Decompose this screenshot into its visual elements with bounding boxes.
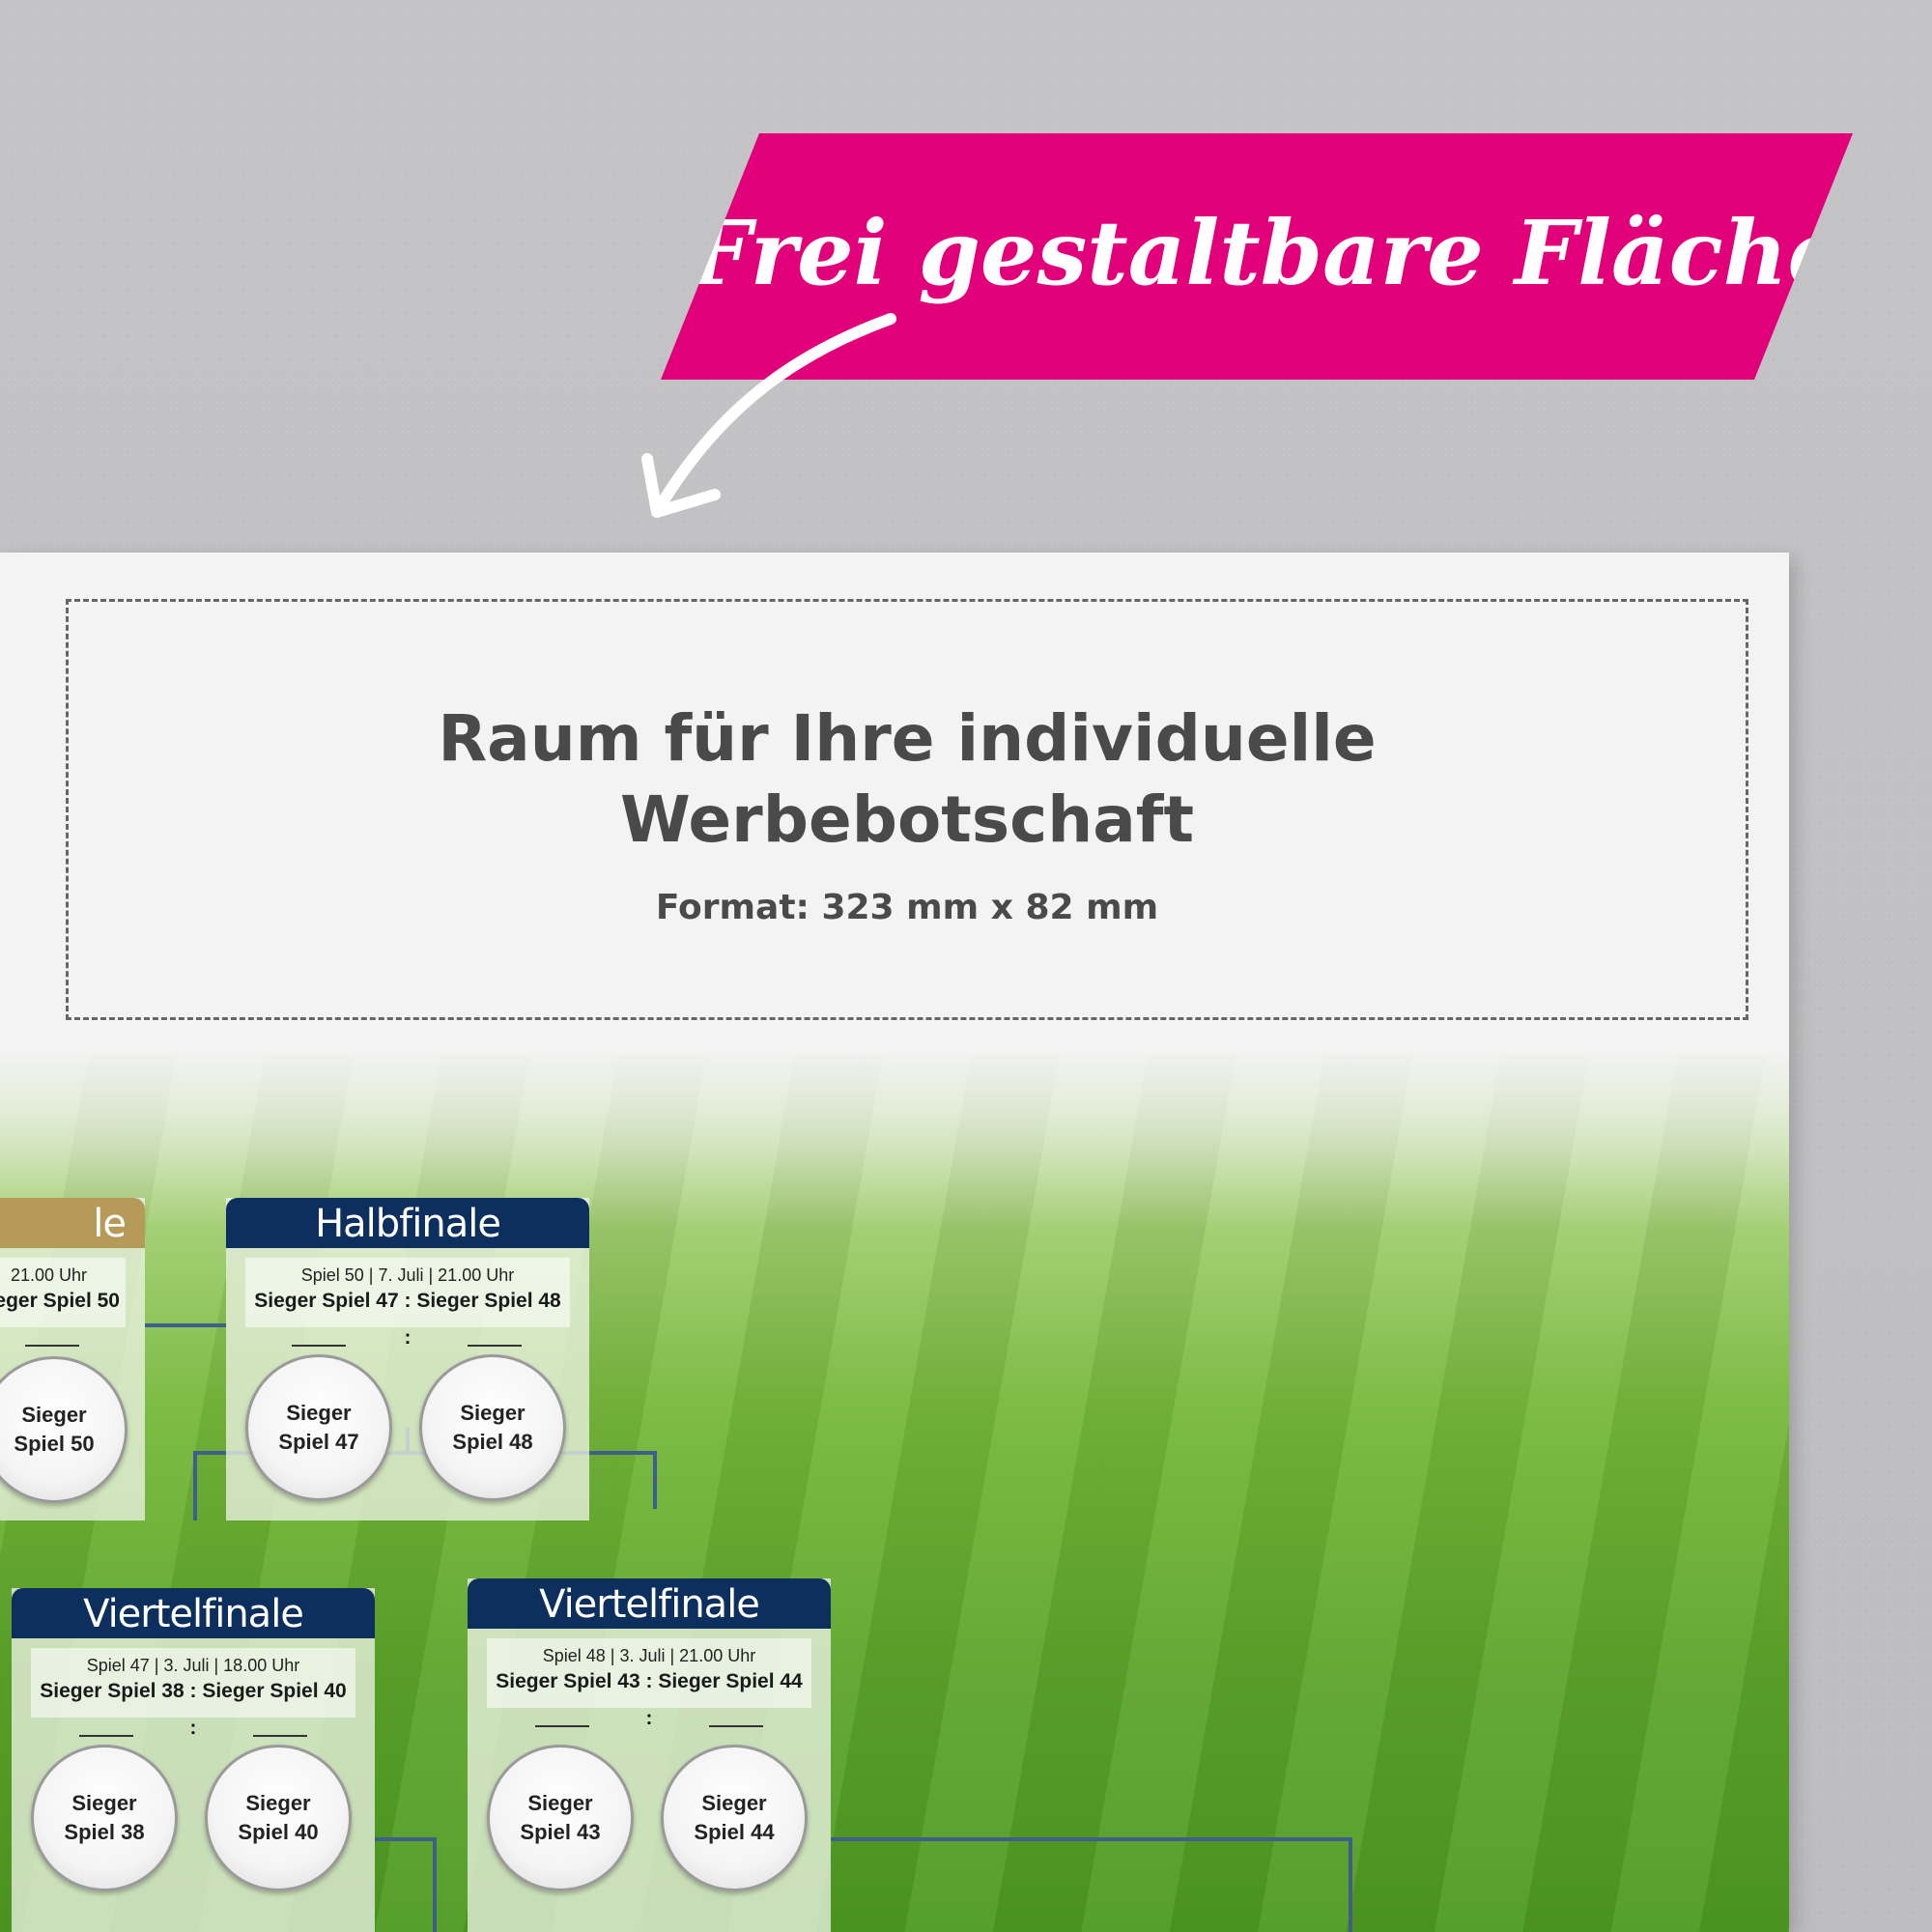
bracket-connector: [145, 1323, 226, 1327]
score-row: :: [12, 1718, 375, 1750]
card-info: Spiel 47 | 3. Juli | 18.00 Uhr Sieger Sp…: [31, 1648, 355, 1718]
viertelfinale-card: Viertelfinale Spiel 48 | 3. Juli | 21.00…: [468, 1578, 831, 1932]
team-circle[interactable]: Sieger Spiel 40: [205, 1745, 352, 1891]
bracket-connector: [653, 1451, 657, 1509]
match-pair: eger Spiel 50: [0, 1290, 120, 1312]
final-card: le 21.00 Uhr eger Spiel 50 Sieger Spiel …: [0, 1198, 145, 1520]
viertelfinale-card: Viertelfinale Spiel 47 | 3. Juli | 18.00…: [12, 1588, 375, 1932]
card-info: Spiel 48 | 3. Juli | 21.00 Uhr Sieger Sp…: [487, 1638, 811, 1708]
ad-headline-line2: Werbebotschaft: [619, 782, 1195, 857]
card-info: Spiel 50 | 7. Juli | 21.00 Uhr Sieger Sp…: [245, 1258, 570, 1327]
bracket-connector: [193, 1451, 197, 1520]
card-title: le: [0, 1198, 145, 1248]
poster: Raum für Ihre individuelle Werbebotschaf…: [0, 553, 1789, 1932]
curved-arrow-icon: [641, 313, 896, 518]
card-title: Halbfinale: [226, 1198, 589, 1248]
score-row: :: [468, 1708, 831, 1741]
score-colon: :: [645, 1708, 653, 1729]
team-label: Sieger: [527, 1791, 593, 1815]
team-label: Spiel 47: [278, 1430, 359, 1454]
score-line: [468, 1345, 522, 1347]
score-line: [253, 1735, 307, 1737]
ad-format: Format: 323 mm x 82 mm: [655, 888, 1159, 927]
banner-text: Frei gestaltbare Fläche: [688, 201, 1845, 305]
score-colon: :: [189, 1718, 197, 1739]
score-line: [25, 1345, 79, 1347]
score-row: [0, 1327, 145, 1360]
team-label: Spiel 44: [694, 1820, 775, 1844]
ad-headline: Raum für Ihre individuelle Werbebotschaf…: [69, 698, 1746, 861]
team-label: Sieger: [701, 1791, 767, 1815]
halbfinale-card: Halbfinale Spiel 50 | 7. Juli | 21.00 Uh…: [226, 1198, 589, 1520]
team-circle[interactable]: Sieger Spiel 50: [0, 1356, 128, 1503]
match-pair: Sieger Spiel 38 : Sieger Spiel 40: [40, 1680, 347, 1702]
match-meta: 21.00 Uhr: [10, 1265, 87, 1285]
bracket-connector: [1349, 1837, 1352, 1932]
bracket-connector: [375, 1837, 437, 1841]
ad-placeholder-box: Raum für Ihre individuelle Werbebotschaf…: [66, 599, 1748, 1020]
team-label: Sieger: [71, 1791, 137, 1815]
match-pair: Sieger Spiel 47 : Sieger Spiel 48: [254, 1290, 561, 1312]
team-label: Spiel 40: [238, 1820, 319, 1844]
score-line: [709, 1725, 763, 1727]
ad-headline-line1: Raum für Ihre individuelle: [438, 701, 1377, 776]
bracket-connector: [831, 1837, 1352, 1841]
team-label: Spiel 50: [14, 1432, 95, 1456]
team-circle[interactable]: Sieger Spiel 48: [419, 1354, 566, 1501]
score-row: :: [226, 1327, 589, 1360]
team-circle[interactable]: Sieger Spiel 43: [487, 1745, 634, 1891]
team-label: Sieger: [286, 1401, 352, 1425]
match-meta: Spiel 50 | 7. Juli | 21.00 Uhr: [300, 1265, 515, 1285]
team-label: Sieger: [460, 1401, 526, 1425]
match-pair: Sieger Spiel 43 : Sieger Spiel 44: [496, 1670, 803, 1692]
team-label: Spiel 38: [64, 1820, 145, 1844]
team-label: Spiel 48: [452, 1430, 533, 1454]
bracket-connector: [433, 1837, 437, 1932]
team-label: Spiel 43: [520, 1820, 601, 1844]
match-meta: Spiel 48 | 3. Juli | 21.00 Uhr: [542, 1646, 756, 1665]
card-title: Viertelfinale: [468, 1578, 831, 1629]
card-info: 21.00 Uhr eger Spiel 50: [0, 1258, 126, 1327]
team-label: Sieger: [245, 1791, 311, 1815]
team-circle[interactable]: Sieger Spiel 47: [245, 1354, 392, 1501]
match-meta: Spiel 47 | 3. Juli | 18.00 Uhr: [86, 1656, 300, 1675]
team-label: Sieger: [21, 1403, 87, 1427]
team-circle[interactable]: Sieger Spiel 44: [661, 1745, 808, 1891]
card-title: Viertelfinale: [12, 1588, 375, 1638]
score-colon: :: [404, 1327, 412, 1349]
team-circle[interactable]: Sieger Spiel 38: [31, 1745, 178, 1891]
